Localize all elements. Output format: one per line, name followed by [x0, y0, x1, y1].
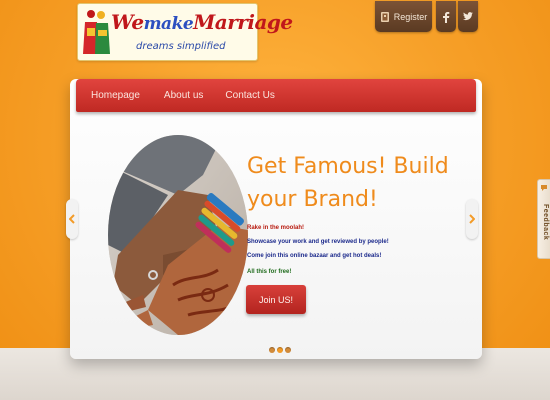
nav-item-homepage[interactable]: Homepage: [91, 90, 140, 101]
nav-item-contact-us[interactable]: Contact Us: [225, 90, 274, 101]
bride-groom-logo-icon: [83, 10, 110, 54]
slide-line-1: Rake in the moolah!: [247, 225, 305, 231]
slider-next-button[interactable]: [466, 199, 478, 239]
twitter-icon: [463, 12, 473, 21]
feedback-label: Feedback: [542, 204, 549, 241]
site-logo[interactable]: WemakeMarriage dreams simplified: [77, 3, 293, 61]
feedback-tab[interactable]: Feedback: [537, 179, 550, 259]
slider-prev-button[interactable]: [66, 199, 78, 239]
register-label: Register: [393, 11, 428, 22]
facebook-button[interactable]: [436, 1, 456, 32]
slider-dots: [269, 347, 291, 353]
join-us-button[interactable]: Join US!: [246, 285, 306, 314]
facebook-icon: [443, 11, 450, 23]
chevron-right-icon: [469, 214, 475, 224]
chevron-left-icon: [69, 214, 75, 224]
nav-item-about-us[interactable]: About us: [164, 90, 203, 101]
slide-line-2: Showcase your work and get reviewed by p…: [247, 239, 389, 245]
couple-hands-henna-photo: [108, 135, 248, 335]
register-book-icon: [380, 11, 389, 22]
register-button[interactable]: Register: [375, 1, 432, 32]
slide-headline: Get Famous! Build your Brand!: [247, 154, 449, 212]
slider-dot-1[interactable]: [269, 347, 275, 353]
feedback-chat-icon: [541, 185, 547, 191]
slider-dot-2[interactable]: [277, 347, 283, 353]
logo-title: WemakeMarriage: [111, 10, 293, 34]
twitter-button[interactable]: [458, 1, 478, 32]
slide-line-4: All this for free!: [247, 269, 292, 275]
slide-photo: [108, 135, 248, 335]
slide-line-3: Come join this online bazaar and get hot…: [247, 253, 382, 259]
logo-tagline: dreams simplified: [136, 41, 226, 52]
main-nav: Homepage About us Contact Us: [76, 79, 476, 112]
slider-dot-3[interactable]: [285, 347, 291, 353]
